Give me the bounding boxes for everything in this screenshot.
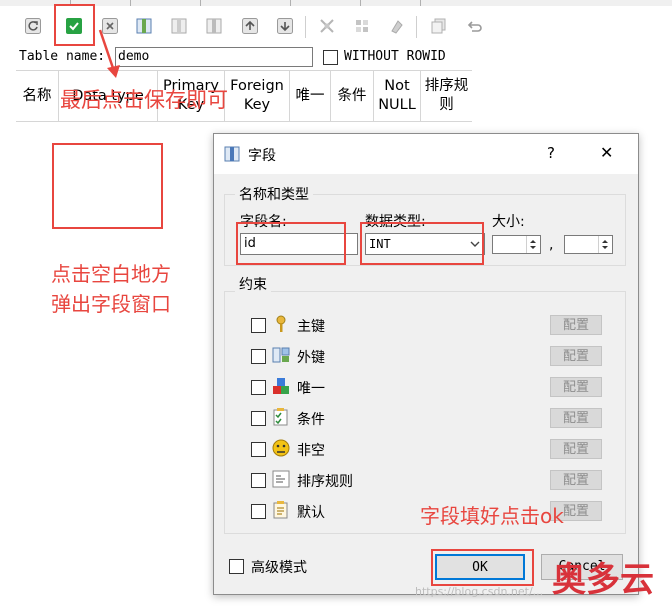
clear-icon[interactable]	[386, 15, 408, 37]
unique-checkbox[interactable]	[251, 380, 266, 395]
field-dialog-icon	[224, 146, 240, 162]
blank-area-box[interactable]	[52, 143, 163, 229]
unique-label: 唯一	[297, 381, 325, 397]
fill-hint-annotation: 字段填好点击ok	[420, 504, 564, 528]
name-type-legend: 名称和类型	[235, 184, 313, 204]
col-not-null[interactable]: Not NULL	[374, 71, 421, 121]
col-condition[interactable]: 条件	[331, 71, 374, 121]
size-label: 大小:	[492, 214, 525, 230]
collation-checkbox[interactable]	[251, 473, 266, 488]
dialog-titlebar: 字段 ? ✕	[214, 134, 638, 174]
toolbar-separator	[416, 16, 417, 38]
not-null-icon	[272, 439, 290, 457]
remove-column-icon[interactable]	[203, 15, 225, 37]
constraints-legend: 约束	[235, 274, 271, 294]
refresh-icon[interactable]	[22, 15, 44, 37]
advanced-mode-label: 高级模式	[251, 560, 307, 576]
condition-config-button[interactable]: 配置	[550, 408, 602, 428]
condition-label: 条件	[297, 412, 325, 428]
brand-watermark: 奥多云	[552, 560, 654, 600]
key-icon	[276, 315, 286, 332]
collation-label: 排序规则	[297, 474, 353, 490]
insert-column-icon[interactable]	[168, 15, 190, 37]
watermark-url: https://blog.csdn.net/...	[415, 585, 544, 598]
dialog-title: 字段	[248, 148, 276, 164]
col-unique[interactable]: 唯一	[290, 71, 331, 121]
add-index-icon[interactable]	[316, 15, 338, 37]
primary-key-config-button[interactable]: 配置	[550, 315, 602, 335]
collation-config-button[interactable]: 配置	[550, 470, 602, 490]
spin-arrows-icon[interactable]	[598, 236, 612, 253]
move-up-icon[interactable]	[239, 15, 261, 37]
default-icon	[273, 501, 288, 519]
save-highlight-box	[54, 4, 95, 46]
without-rowid-checkbox[interactable]	[323, 50, 338, 65]
not-null-checkbox[interactable]	[251, 442, 266, 457]
primary-key-label: 主键	[297, 319, 325, 335]
table-name-label: Table name:	[19, 49, 106, 64]
spin-arrows-icon[interactable]	[526, 236, 540, 253]
table-name-input[interactable]: demo	[115, 47, 313, 67]
foreign-key-label: 外键	[297, 350, 325, 366]
collation-icon	[272, 470, 290, 488]
field-name-highlight	[236, 222, 346, 265]
advanced-mode-checkbox[interactable]	[229, 559, 244, 574]
foreign-key-icon	[272, 347, 290, 363]
toolbar-separator	[305, 16, 306, 38]
save-hint-annotation: 最后点击保存即可	[60, 88, 228, 112]
click-blank-annotation-2: 弹出字段窗口	[51, 292, 171, 316]
undo-icon[interactable]	[463, 15, 485, 37]
copy-icon[interactable]	[428, 15, 450, 37]
data-type-highlight	[360, 222, 484, 265]
remove-index-icon[interactable]	[351, 15, 373, 37]
move-down-icon[interactable]	[274, 15, 296, 37]
click-blank-annotation-1: 点击空白地方	[51, 262, 171, 286]
foreign-key-checkbox[interactable]	[251, 349, 266, 364]
foreign-key-config-button[interactable]: 配置	[550, 346, 602, 366]
help-button[interactable]: ?	[547, 144, 555, 162]
without-rowid-label: WITHOUT ROWID	[344, 49, 446, 64]
add-column-icon[interactable]	[133, 15, 155, 37]
annotation-arrow	[98, 29, 120, 78]
default-label: 默认	[297, 505, 325, 521]
size-spinbox-2[interactable]	[564, 235, 613, 254]
col-collation[interactable]: 排序规则	[421, 71, 472, 121]
size-separator: ,	[549, 237, 554, 253]
unique-icon	[273, 378, 289, 394]
col-name[interactable]: 名称	[16, 71, 59, 121]
not-null-config-button[interactable]: 配置	[550, 439, 602, 459]
check-condition-icon	[273, 408, 288, 426]
default-checkbox[interactable]	[251, 504, 266, 519]
ok-highlight-box	[431, 549, 534, 586]
col-foreign-key[interactable]: Foreign Key	[225, 71, 290, 121]
not-null-label: 非空	[297, 443, 325, 459]
close-icon[interactable]: ✕	[600, 143, 613, 162]
primary-key-checkbox[interactable]	[251, 318, 266, 333]
unique-config-button[interactable]: 配置	[550, 377, 602, 397]
condition-checkbox[interactable]	[251, 411, 266, 426]
size-spinbox-1[interactable]	[492, 235, 541, 254]
